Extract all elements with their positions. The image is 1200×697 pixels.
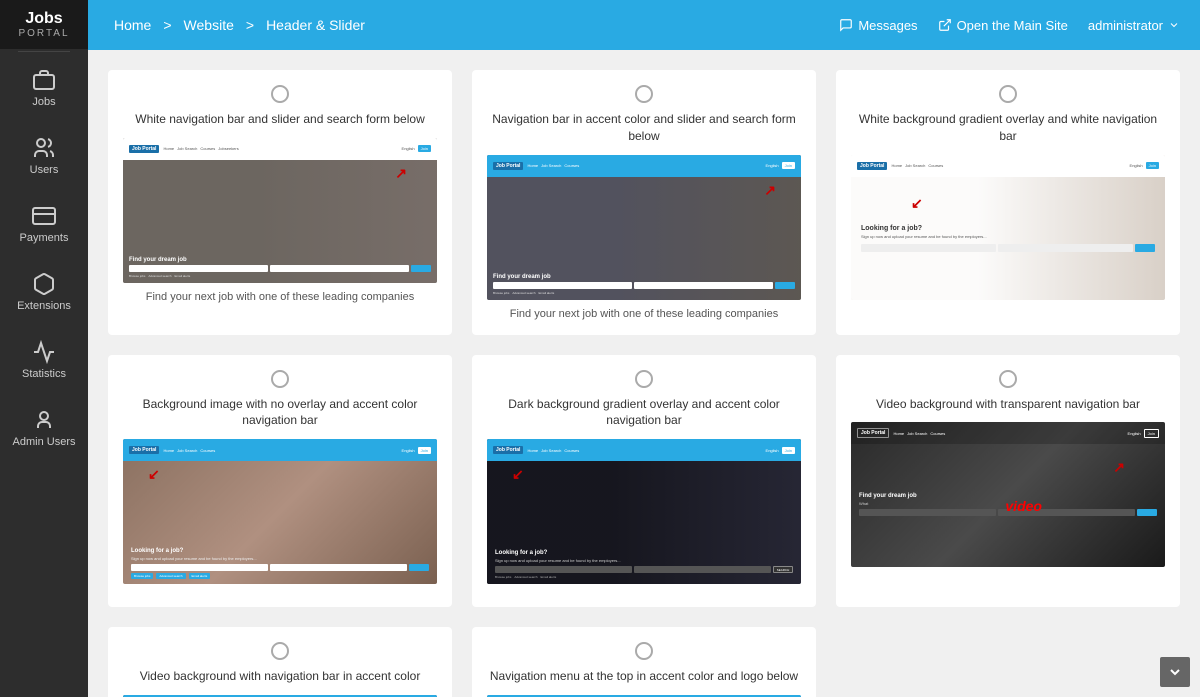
scroll-area[interactable]: White navigation bar and slider and sear… xyxy=(88,50,1200,697)
option-caption-1: Find your next job with one of these lea… xyxy=(146,291,414,303)
preview-nav-3: Job Portal Home Job Search Courses Engli… xyxy=(851,155,1165,177)
preview-logo-2: Job Portal xyxy=(493,162,523,170)
preview-arrow-6: ↗ xyxy=(1113,459,1125,476)
option-radio-6[interactable] xyxy=(999,370,1017,388)
option-radio-4[interactable] xyxy=(271,370,289,388)
preview-nav-1: Job Portal Home Job Search Courses Jobse… xyxy=(123,138,437,160)
option-preview-1: Job Portal Home Job Search Courses Jobse… xyxy=(123,138,437,283)
sidebar-item-users[interactable]: Users xyxy=(0,122,88,190)
option-label-7: Video background with navigation bar in … xyxy=(140,668,421,685)
option-radio-3[interactable] xyxy=(999,85,1017,103)
breadcrumb-current: Header & Slider xyxy=(266,17,365,33)
message-icon xyxy=(839,18,853,32)
option-preview-5: Job Portal Home Job Search Courses Engli… xyxy=(487,439,801,584)
option-preview-2: Job Portal Home Job Search Courses Engli… xyxy=(487,155,801,300)
option-card-4: Background image with no overlay and acc… xyxy=(108,355,452,608)
admin-label: administrator xyxy=(1088,18,1163,33)
sidebar-item-payments[interactable]: Payments xyxy=(0,190,88,258)
preview-nav-5: Job Portal Home Job Search Courses Engli… xyxy=(487,439,801,461)
option-label-1: White navigation bar and slider and sear… xyxy=(135,111,425,128)
sidebar-divider-1 xyxy=(18,51,71,52)
payments-icon xyxy=(32,204,56,228)
preview-arrow-2: ↗ xyxy=(764,182,776,199)
breadcrumb-sep1: > xyxy=(163,17,171,33)
option-radio-2[interactable] xyxy=(635,85,653,103)
option-label-4: Background image with no overlay and acc… xyxy=(123,396,437,430)
briefcase-icon xyxy=(32,68,56,92)
sidebar-item-jobs-label: Jobs xyxy=(32,96,55,108)
admin-icon xyxy=(32,408,56,432)
chevron-down-icon-scroll xyxy=(1167,664,1183,680)
preview-logo-1: Job Portal xyxy=(129,145,159,153)
open-main-site-button[interactable]: Open the Main Site xyxy=(938,18,1068,33)
statistics-icon xyxy=(32,340,56,364)
open-main-site-label: Open the Main Site xyxy=(957,18,1068,33)
preview-arrow-5: ↙ xyxy=(512,466,524,483)
sidebar-item-statistics-label: Statistics xyxy=(22,368,66,380)
chevron-down-icon xyxy=(1168,19,1180,31)
option-label-5: Dark background gradient overlay and acc… xyxy=(487,396,801,430)
option-radio-7[interactable] xyxy=(271,642,289,660)
topbar-right: Messages Open the Main Site administrato… xyxy=(839,18,1180,33)
sidebar-item-payments-label: Payments xyxy=(20,232,69,244)
preview-links-1: Home Job Search Courses Jobseekers xyxy=(163,146,238,151)
sidebar-item-admin-users-label: Admin Users xyxy=(13,436,76,448)
preview-logo-5: Job Portal xyxy=(493,446,523,454)
messages-label: Messages xyxy=(858,18,917,33)
preview-logo-3: Job Portal xyxy=(857,162,887,170)
option-radio-8[interactable] xyxy=(635,642,653,660)
option-preview-4: Job Portal Home Job Search Courses Engli… xyxy=(123,439,437,584)
main-content: Home > Website > Header & Slider Message… xyxy=(88,0,1200,697)
topbar: Home > Website > Header & Slider Message… xyxy=(88,0,1200,50)
preview-nav-4: Job Portal Home Job Search Courses Engli… xyxy=(123,439,437,461)
preview-logo-4: Job Portal xyxy=(129,446,159,454)
extensions-icon xyxy=(32,272,56,296)
option-label-8: Navigation menu at the top in accent col… xyxy=(490,668,798,685)
sidebar-item-jobs[interactable]: Jobs xyxy=(0,54,88,122)
admin-menu-button[interactable]: administrator xyxy=(1088,18,1180,33)
sidebar-item-extensions[interactable]: Extensions xyxy=(0,258,88,326)
breadcrumb-website[interactable]: Website xyxy=(184,17,234,33)
options-grid: White navigation bar and slider and sear… xyxy=(108,70,1180,697)
option-card-3: White background gradient overlay and wh… xyxy=(836,70,1180,335)
preview-arrow-4: ↙ xyxy=(148,466,160,483)
option-radio-5[interactable] xyxy=(635,370,653,388)
breadcrumb-home[interactable]: Home xyxy=(114,17,151,33)
sidebar-item-users-label: Users xyxy=(30,164,59,176)
app-subtitle: PORTAL xyxy=(18,28,69,39)
breadcrumb: Home > Website > Header & Slider xyxy=(108,17,371,33)
breadcrumb-sep2: > xyxy=(246,17,254,33)
option-preview-3: Job Portal Home Job Search Courses Engli… xyxy=(851,155,1165,300)
sidebar: Jobs PORTAL Jobs Users Payments Extensio… xyxy=(0,0,88,697)
option-card-6: Video background with transparent naviga… xyxy=(836,355,1180,608)
preview-arrow-3: ↙ xyxy=(911,195,923,212)
messages-button[interactable]: Messages xyxy=(839,18,917,33)
option-card-2: Navigation bar in accent color and slide… xyxy=(472,70,816,335)
sidebar-logo: Jobs PORTAL xyxy=(0,0,88,49)
sidebar-item-extensions-label: Extensions xyxy=(17,300,71,312)
option-card-1: White navigation bar and slider and sear… xyxy=(108,70,452,335)
option-label-2: Navigation bar in accent color and slide… xyxy=(487,111,801,145)
option-label-3: White background gradient overlay and wh… xyxy=(851,111,1165,145)
preview-logo-6: Job Portal xyxy=(857,428,889,438)
option-card-7: Video background with navigation bar in … xyxy=(108,627,452,697)
option-label-6: Video background with transparent naviga… xyxy=(876,396,1140,413)
preview-nav-2: Job Portal Home Job Search Courses Engli… xyxy=(487,155,801,177)
option-card-8: Navigation menu at the top in accent col… xyxy=(472,627,816,697)
preview-arrow-1: ↗ xyxy=(395,165,407,182)
option-caption-2: Find your next job with one of these lea… xyxy=(510,308,778,320)
app-title: Jobs xyxy=(25,10,62,28)
users-icon xyxy=(32,136,56,160)
scroll-down-button[interactable] xyxy=(1160,657,1190,687)
preview-nav-6: Job Portal Home Job Search Courses Engli… xyxy=(851,422,1165,444)
sidebar-item-admin-users[interactable]: Admin Users xyxy=(0,394,88,462)
external-link-icon xyxy=(938,18,952,32)
option-card-5: Dark background gradient overlay and acc… xyxy=(472,355,816,608)
option-preview-6: Job Portal Home Job Search Courses Engli… xyxy=(851,422,1165,567)
sidebar-item-statistics[interactable]: Statistics xyxy=(0,326,88,394)
option-radio-1[interactable] xyxy=(271,85,289,103)
video-label-6: video xyxy=(1005,498,1042,514)
